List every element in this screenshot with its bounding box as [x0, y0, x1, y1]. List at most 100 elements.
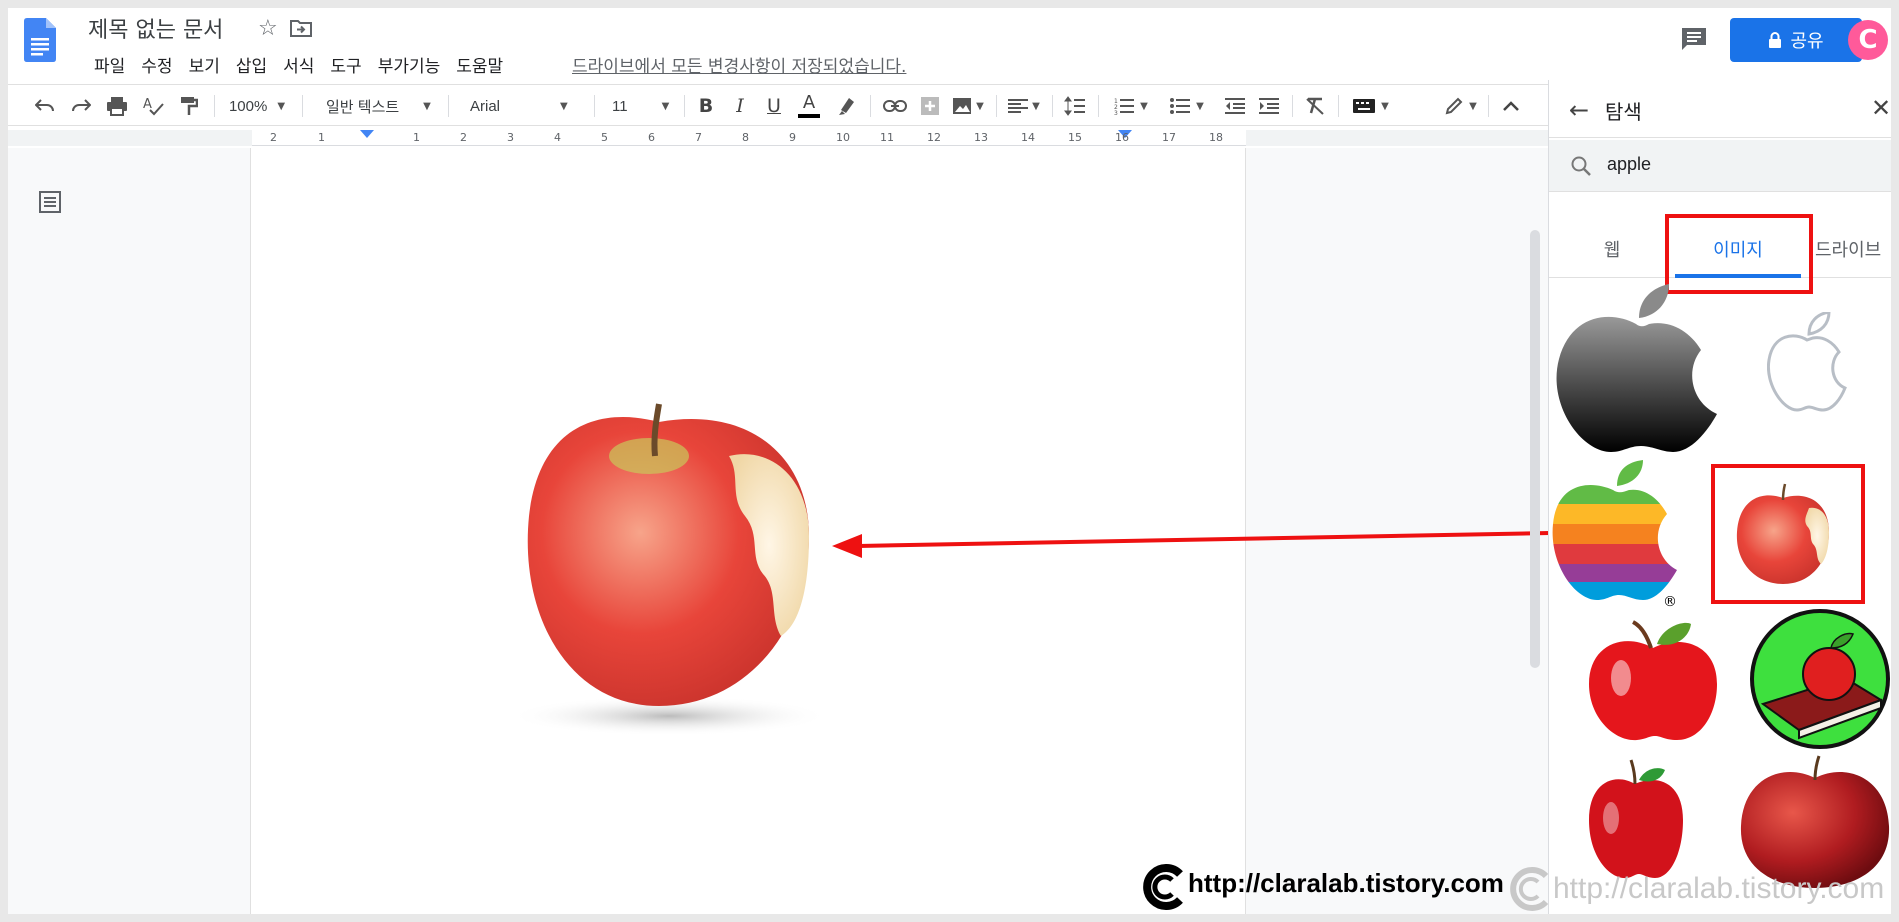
menu-insert[interactable]: 삽입	[228, 48, 275, 81]
zoom-select[interactable]: 100% ▼	[222, 85, 292, 127]
chevron-down-icon: ▼	[1140, 100, 1148, 112]
watermark-text-faded: http://claralab.tistory.com	[1553, 872, 1885, 905]
ruler-number: 1	[318, 131, 325, 144]
canvas-scrollbar[interactable]	[1530, 230, 1540, 668]
account-avatar[interactable]: C	[1848, 20, 1888, 60]
result-apple-logo-black[interactable]	[1551, 284, 1721, 452]
font-size-select[interactable]: 11 ▼	[602, 85, 678, 127]
star-icon[interactable]: ☆	[258, 16, 278, 41]
chevron-down-icon: ▼	[1032, 100, 1040, 112]
watermark-logo	[1143, 864, 1183, 910]
ruler-number: 14	[1021, 131, 1035, 144]
ruler-number: 7	[695, 131, 702, 144]
share-button[interactable]: 공유	[1730, 18, 1862, 62]
text-color-icon[interactable]: A	[794, 85, 824, 127]
bold-icon[interactable]: B	[692, 85, 720, 127]
ruler-number: 5	[601, 131, 608, 144]
undo-icon[interactable]	[30, 85, 60, 127]
menu-bar: 파일 수정 보기 삽입 서식 도구 부가기능 도움말	[86, 48, 511, 81]
watermark-text: http://claralab.tistory.com	[1188, 868, 1504, 898]
link-icon[interactable]	[880, 85, 910, 127]
print-icon[interactable]	[102, 85, 132, 127]
increase-indent-icon[interactable]	[1254, 85, 1284, 127]
underline-icon[interactable]: U	[760, 85, 788, 127]
highlight-box-selected-image	[1711, 464, 1865, 604]
insert-image-icon[interactable]: ▼	[948, 85, 988, 127]
menu-view[interactable]: 보기	[181, 48, 228, 81]
italic-icon[interactable]: I	[726, 85, 754, 127]
zoom-value: 100%	[228, 97, 268, 115]
paint-format-icon[interactable]	[174, 85, 204, 127]
menu-help[interactable]: 도움말	[448, 48, 511, 81]
document-outline-icon[interactable]	[38, 190, 62, 214]
result-apple-logo-outline[interactable]	[1767, 312, 1847, 412]
google-docs-logo-icon[interactable]	[24, 18, 56, 62]
clear-formatting-icon[interactable]	[1300, 85, 1330, 127]
horizontal-ruler: 2 1 1 2 3 4 5 6 7 8 9 10 11 12 13 14 15 …	[8, 130, 1548, 146]
search-icon	[1571, 156, 1591, 176]
explore-search-box[interactable]: apple	[1549, 140, 1891, 192]
share-label: 공유	[1790, 31, 1824, 52]
bulleted-list-icon[interactable]: ▼	[1162, 85, 1212, 127]
move-to-folder-icon[interactable]	[290, 18, 312, 38]
explore-panel: ← 탐색 ✕ apple 웹 이미지 드라이브 ®	[1548, 80, 1891, 914]
font-size-value: 11	[612, 97, 628, 115]
ruler-number: 8	[742, 131, 749, 144]
close-icon[interactable]: ✕	[1871, 94, 1891, 122]
docs-header: 제목 없는 문서 ☆ 파일 수정 보기 삽입 서식 도구 부가기능 도움말 드라…	[8, 8, 1891, 80]
result-apple-glossy[interactable]	[1585, 758, 1685, 882]
watermark-logo-faded	[1510, 867, 1549, 911]
ruler-number: 18	[1209, 131, 1223, 144]
tab-drive[interactable]: 드라이브	[1801, 220, 1891, 278]
result-apple-cartoon[interactable]	[1585, 618, 1721, 744]
document-title[interactable]: 제목 없는 문서	[88, 12, 223, 44]
result-apple-on-book[interactable]	[1749, 608, 1891, 750]
collapse-toolbar-icon[interactable]	[1496, 85, 1526, 127]
menu-file[interactable]: 파일	[86, 48, 133, 81]
chevron-down-icon: ▼	[1381, 100, 1389, 112]
menu-tools[interactable]: 도구	[322, 48, 369, 81]
align-icon[interactable]: ▼	[1004, 85, 1044, 127]
decrease-indent-icon[interactable]	[1220, 85, 1250, 127]
ruler-number: 1	[413, 131, 420, 144]
line-spacing-icon[interactable]	[1060, 85, 1090, 127]
ruler-number: 16	[1115, 131, 1129, 144]
search-input[interactable]: apple	[1607, 154, 1651, 175]
comment-icon[interactable]	[1680, 26, 1708, 52]
chevron-down-icon: ▼	[560, 100, 568, 112]
editing-mode-icon[interactable]: ▼	[1438, 85, 1484, 127]
chevron-down-icon: ▼	[661, 100, 670, 112]
ruler-number: 10	[836, 131, 850, 144]
input-tools-icon[interactable]: ▼	[1346, 85, 1396, 127]
chevron-down-icon: ▼	[976, 100, 984, 112]
ruler-number: 12	[927, 131, 941, 144]
inserted-apple-image[interactable]	[479, 386, 839, 746]
result-apple-logo-rainbow[interactable]: ®	[1551, 460, 1681, 608]
menu-format[interactable]: 서식	[275, 48, 322, 81]
chevron-down-icon: ▼	[277, 100, 286, 112]
menu-addons[interactable]: 부가기능	[370, 48, 449, 81]
result-apple-photo-red[interactable]	[1735, 754, 1891, 888]
explore-title: 탐색	[1605, 100, 1642, 124]
font-family-select[interactable]: Arial ▼	[456, 85, 588, 127]
redo-icon[interactable]	[66, 85, 96, 127]
highlight-icon[interactable]	[832, 85, 862, 127]
svg-text:®: ®	[1663, 594, 1677, 608]
ruler-number: 2	[270, 131, 277, 144]
back-arrow-icon[interactable]: ←	[1569, 96, 1589, 124]
tab-web[interactable]: 웹	[1549, 220, 1675, 278]
numbered-list-icon[interactable]: 1 2 3 ▼	[1106, 85, 1156, 127]
style-value: 일반 텍스트	[326, 98, 400, 116]
add-comment-icon[interactable]	[916, 85, 944, 127]
chevron-down-icon: ▼	[1196, 100, 1204, 112]
lock-icon	[1769, 32, 1782, 48]
google-docs-window: 제목 없는 문서 ☆ 파일 수정 보기 삽입 서식 도구 부가기능 도움말 드라…	[8, 8, 1891, 914]
font-value: Arial	[470, 97, 501, 115]
ruler-number: 15	[1068, 131, 1082, 144]
save-status-link[interactable]: 드라이브에서 모든 변경사항이 저장되었습니다.	[572, 52, 906, 77]
paragraph-style-select[interactable]: 일반 텍스트 ▼	[310, 85, 440, 127]
menu-edit[interactable]: 수정	[133, 48, 180, 81]
svg-text:3: 3	[1114, 110, 1118, 115]
spellcheck-icon[interactable]: A	[138, 85, 168, 127]
left-indent-marker[interactable]	[360, 130, 374, 138]
